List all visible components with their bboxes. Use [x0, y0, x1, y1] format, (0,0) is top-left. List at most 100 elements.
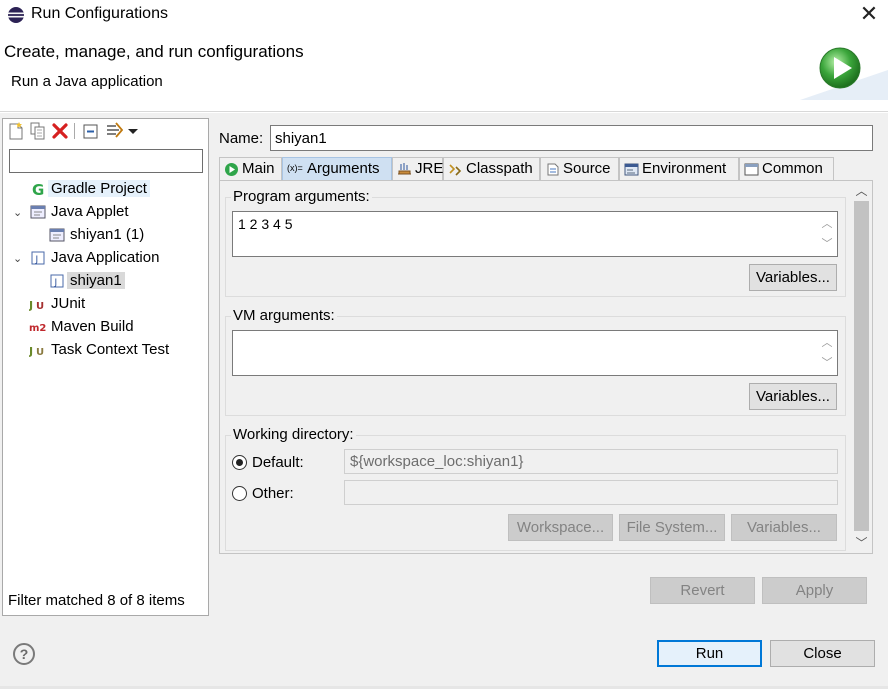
gradle-icon: G — [32, 181, 44, 197]
tree-item-label: Task Context Test — [51, 341, 170, 358]
tab-main[interactable]: Main — [219, 157, 282, 181]
help-icon[interactable]: ? — [13, 643, 35, 665]
program-arguments-value: 1 2 3 4 5 — [238, 216, 293, 232]
other-radio[interactable] — [232, 486, 247, 501]
file-system-button[interactable]: File System... — [619, 514, 725, 541]
vm-arguments-input[interactable]: ︿ ﹀ — [232, 330, 838, 376]
svg-text:m2: m2 — [29, 323, 46, 334]
svg-text:U: U — [36, 347, 44, 358]
tree-item-label: JUnit — [51, 295, 86, 312]
default-label: Default: — [252, 454, 304, 471]
arguments-tab-icon: (x)= — [287, 163, 303, 173]
tab-label: JRE — [415, 160, 444, 177]
filter-input[interactable] — [9, 149, 203, 173]
tree-item-label: Java Applet — [51, 203, 129, 220]
tree-item-java-application[interactable]: J Java Application — [28, 247, 162, 269]
other-label: Other: — [252, 485, 294, 502]
tree-item-maven-build[interactable]: m2 Maven Build — [28, 316, 137, 338]
java-application-icon: J — [31, 251, 45, 265]
scroll-up-icon[interactable]: ︿ — [818, 215, 836, 233]
tab-label: Common — [762, 160, 823, 177]
panel-scrollbar[interactable]: ︿ ﹀ — [851, 181, 872, 553]
vm-variables-button[interactable]: Variables... — [749, 383, 837, 410]
delete-config-icon[interactable] — [51, 121, 69, 141]
scroll-down-icon[interactable]: ﹀ — [851, 533, 872, 553]
tab-environment[interactable]: Environment — [619, 157, 739, 181]
other-directory-field[interactable] — [344, 480, 838, 505]
filter-status-text: Filter matched 8 of 8 items — [8, 592, 185, 609]
working-dir-variables-button[interactable]: Variables... — [731, 514, 837, 541]
tab-label: Main — [242, 160, 275, 177]
task-context-icon: J U — [29, 345, 44, 358]
scroll-down-icon[interactable]: ﹀ — [818, 235, 836, 253]
header-subtitle: Run a Java application — [11, 73, 163, 90]
run-button[interactable]: Run — [657, 640, 762, 667]
revert-button[interactable]: Revert — [650, 577, 755, 604]
applet-config-icon — [49, 228, 65, 242]
tree-item-label: shiyan1 — [67, 272, 125, 289]
program-variables-button[interactable]: Variables... — [749, 264, 837, 291]
svg-text:J: J — [54, 278, 58, 288]
window-title: Run Configurations — [31, 5, 168, 22]
workspace-button[interactable]: Workspace... — [508, 514, 613, 541]
scroll-thumb[interactable] — [854, 201, 869, 531]
svg-text:J: J — [35, 255, 39, 265]
java-applet-icon — [30, 205, 46, 219]
duplicate-config-icon[interactable] — [29, 121, 47, 141]
toolbar-separator — [74, 123, 75, 139]
scroll-up-icon[interactable]: ︿ — [818, 334, 836, 352]
chevron-down-icon[interactable]: ⌄ — [13, 208, 23, 219]
tree-item-label: Gradle Project — [48, 180, 150, 197]
junit-icon: J U — [29, 299, 44, 312]
eclipse-icon — [8, 7, 24, 23]
name-label: Name: — [219, 130, 264, 147]
svg-text:G: G — [32, 181, 44, 197]
tree-item-shiyan1-applet[interactable]: shiyan1 (1) — [47, 224, 147, 246]
chevron-down-icon[interactable]: ⌄ — [13, 254, 23, 265]
collapse-all-icon[interactable] — [82, 121, 100, 141]
apply-button[interactable]: Apply — [762, 577, 867, 604]
tab-classpath[interactable]: Classpath — [443, 157, 540, 181]
main-tab-icon — [225, 163, 238, 176]
tab-label: Source — [563, 160, 611, 177]
new-config-icon[interactable] — [7, 121, 25, 141]
tree-item-task-context-test[interactable]: J U Task Context Test — [28, 339, 172, 361]
environment-tab-icon — [624, 163, 639, 176]
name-input[interactable] — [270, 125, 873, 151]
close-window-icon[interactable]: ✕ — [856, 2, 882, 28]
working-directory-title: Working directory: — [231, 426, 356, 443]
scroll-up-icon[interactable]: ︿ — [851, 181, 872, 201]
java-config-icon: J — [50, 274, 64, 288]
tab-common[interactable]: Common — [739, 157, 834, 181]
tree-item-java-applet[interactable]: Java Applet — [28, 201, 132, 223]
svg-text:J: J — [29, 299, 33, 312]
view-menu-icon[interactable] — [127, 121, 139, 141]
jre-tab-icon — [398, 163, 411, 175]
tab-jre[interactable]: JRE — [392, 157, 443, 181]
maven-icon: m2 — [29, 323, 46, 334]
tree-item-junit[interactable]: J U JUnit — [28, 293, 88, 315]
filter-config-icon[interactable] — [105, 121, 123, 141]
svg-text:J: J — [29, 345, 33, 358]
svg-text:U: U — [36, 301, 44, 312]
textbox-scrollbar[interactable]: ︿ ﹀ — [818, 213, 836, 255]
default-radio[interactable] — [232, 455, 247, 470]
run-banner-icon — [800, 47, 888, 100]
program-arguments-title: Program arguments: — [231, 188, 372, 205]
common-tab-icon — [744, 163, 759, 176]
tree-item-label: Java Application — [51, 249, 160, 266]
tab-arguments[interactable]: (x)= Arguments — [282, 157, 392, 181]
tree-item-shiyan1-application[interactable]: J shiyan1 — [47, 270, 125, 292]
tab-label: Arguments — [307, 160, 380, 177]
tab-source[interactable]: Source — [540, 157, 619, 181]
source-tab-icon — [547, 163, 559, 176]
classpath-tab-icon — [449, 164, 462, 176]
program-arguments-input[interactable]: 1 2 3 4 5 ︿ ﹀ — [232, 211, 838, 257]
header-title: Create, manage, and run configurations — [4, 42, 304, 61]
vm-arguments-title: VM arguments: — [231, 307, 337, 324]
scroll-down-icon[interactable]: ﹀ — [818, 354, 836, 372]
textbox-scrollbar[interactable]: ︿ ﹀ — [818, 332, 836, 374]
close-button[interactable]: Close — [770, 640, 875, 667]
tree-item-gradle-project[interactable]: G Gradle Project — [28, 178, 150, 200]
tab-label: Environment — [642, 160, 727, 177]
